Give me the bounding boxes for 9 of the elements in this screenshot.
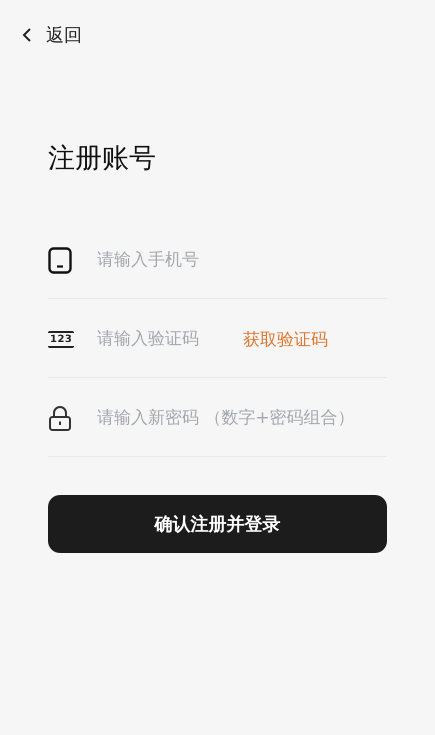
back-button[interactable]: 返回 — [22, 23, 82, 47]
phone-icon — [48, 246, 72, 274]
input-field[interactable]: 请输入新密码 （数字+密码组合） — [97, 408, 387, 428]
input-field[interactable]: 请输入手机号 — [97, 250, 387, 270]
back-icon — [22, 27, 32, 43]
input-field[interactable]: 请输入验证码 — [97, 329, 243, 349]
register-login-button[interactable]: 确认注册并登录 — [48, 495, 387, 553]
lock-icon — [48, 404, 72, 432]
page-title: 注册账号 — [48, 142, 157, 176]
